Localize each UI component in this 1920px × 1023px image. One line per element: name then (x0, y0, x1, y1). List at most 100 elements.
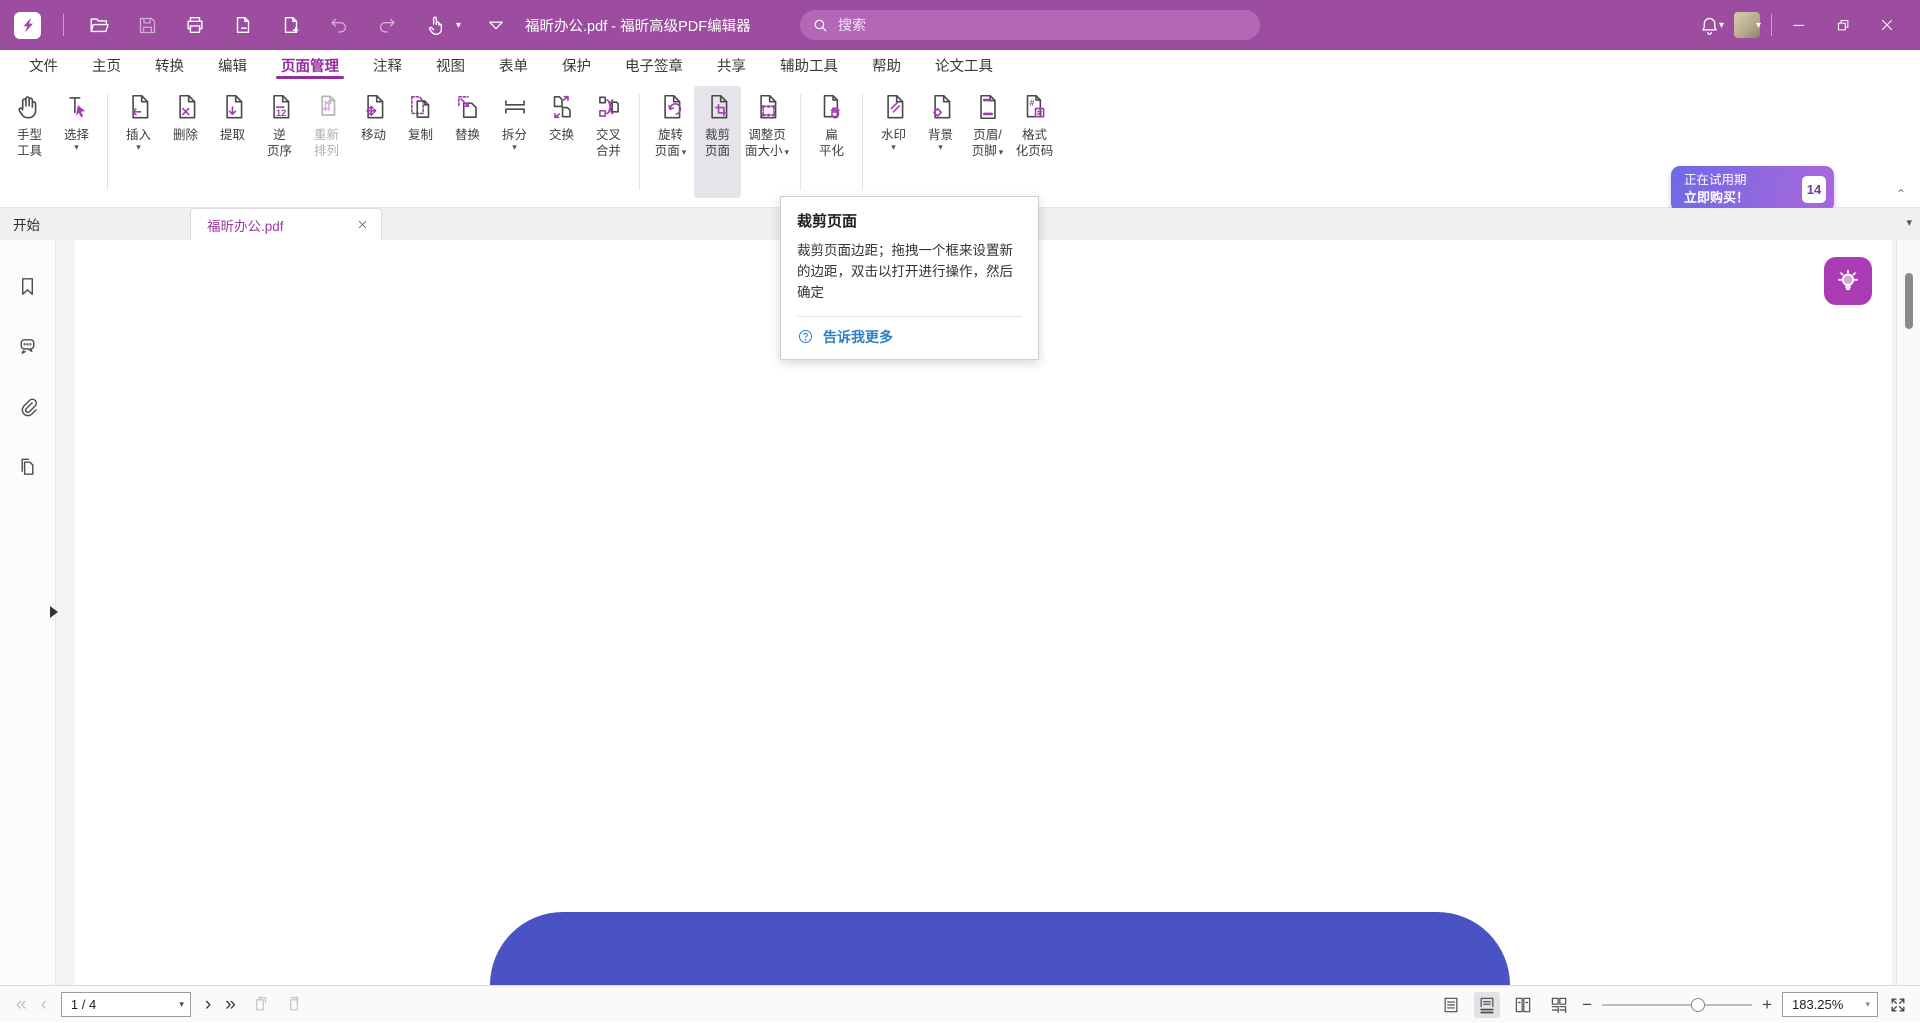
menu-item-form[interactable]: 表单 (482, 50, 545, 80)
assistant-lightbulb-button[interactable] (1824, 257, 1872, 305)
ribbon-tool-label: 交换 (548, 128, 574, 142)
collapse-ribbon-icon[interactable]: ⌃ (1896, 187, 1906, 201)
tell-me-more-link[interactable]: 告诉我更多 (823, 327, 893, 347)
minimize-button[interactable] (1782, 8, 1816, 42)
sidebar-item-comments[interactable] (10, 328, 46, 364)
ribbon-tool-reverse-order[interactable]: 12 逆页序 (256, 86, 303, 198)
header-footer-icon (973, 92, 1003, 122)
menu-item-edit[interactable]: 编辑 (201, 50, 264, 80)
ribbon-tool-background[interactable]: 背景 ▾ (917, 86, 964, 198)
caret-down-icon: ▾ (784, 147, 790, 158)
menu-item-accessibility[interactable]: 辅助工具 (763, 50, 855, 80)
ribbon-group-divider (862, 94, 864, 190)
comment-icon (20, 338, 35, 354)
account-caret-icon[interactable]: ▾ (1756, 20, 1761, 31)
ribbon-tool-resize-page[interactable]: 调整页 面大小 ▾ (741, 86, 793, 198)
window-controls-separator (1771, 14, 1772, 36)
new-document-icon[interactable] (278, 12, 304, 38)
ribbon-tool-select-tool[interactable]: 选择 ▾ (53, 86, 100, 198)
close-button[interactable] (1870, 8, 1904, 42)
ribbon-tool-label: 页序 (266, 144, 292, 159)
previous-view-icon (250, 994, 270, 1014)
cross-merge-icon (594, 92, 624, 122)
menu-item-convert[interactable]: 转换 (138, 50, 201, 80)
customize-toolbar-icon[interactable] (483, 12, 509, 38)
ribbon-tool-cross-merge[interactable]: 交叉 合并 (585, 86, 632, 198)
search-bar[interactable] (800, 10, 1260, 40)
select-tool-icon (62, 92, 92, 122)
panel-expand-handle[interactable] (50, 606, 58, 618)
ribbon-group-divider (800, 94, 802, 190)
menu-item-help[interactable]: 帮助 (855, 50, 918, 80)
copy-document-icon[interactable] (230, 12, 256, 38)
menu-item-protect[interactable]: 保护 (545, 50, 608, 80)
menu-item-esign[interactable]: 电子签章 (608, 50, 700, 80)
zoom-slider[interactable] (1602, 997, 1753, 1012)
print-icon[interactable] (182, 12, 208, 38)
tab-start-page[interactable]: 开始 (0, 208, 190, 240)
ribbon-tool-rotate-page[interactable]: 旋转 页面 ▾ (647, 86, 694, 198)
pages-icon (21, 458, 34, 475)
view-facing-continuous-icon[interactable] (1546, 992, 1572, 1018)
ribbon-tool-replace-page[interactable]: 替换 (444, 86, 491, 198)
caret-down-icon: ▾ (681, 147, 687, 158)
sidebar-item-attachments[interactable] (10, 388, 46, 424)
page-caret-icon[interactable]: ▾ (179, 999, 184, 1010)
open-file-icon[interactable] (86, 12, 112, 38)
view-continuous-icon[interactable] (1474, 991, 1501, 1018)
scrollbar-thumb[interactable] (1905, 273, 1913, 329)
menu-item-paper-tools[interactable]: 论文工具 (918, 50, 1010, 80)
menu-item-comment[interactable]: 注释 (356, 50, 419, 80)
fullscreen-icon[interactable] (1888, 995, 1908, 1015)
ribbon-tool-hand-tool[interactable]: 手型 工具 (6, 86, 53, 198)
tab-close-icon[interactable] (353, 216, 371, 234)
ribbon-tool-header-footer[interactable]: 页眉/页脚 ▾ (964, 86, 1011, 198)
ribbon-tool-label: 移动 (360, 128, 386, 142)
notifications-caret-icon[interactable]: ▾ (1719, 20, 1724, 31)
vertical-scrollbar[interactable] (1896, 240, 1920, 985)
last-page-button[interactable]: » (225, 995, 236, 1014)
ribbon-tool-copy-page[interactable]: 复制 (397, 86, 444, 198)
sidebar-item-pages[interactable] (10, 448, 46, 484)
menu-item-view[interactable]: 视图 (419, 50, 482, 80)
trial-purchase-banner[interactable]: 正在试用期 立即购买！ 14 (1671, 166, 1834, 212)
zoom-out-button[interactable]: − (1582, 995, 1592, 1015)
ribbon-tool-move-page[interactable]: 移动 (350, 86, 397, 198)
ribbon-tool-crop-page[interactable]: 裁剪 页面 (694, 86, 741, 198)
zoom-in-button[interactable]: + (1762, 995, 1772, 1015)
menu-item-share[interactable]: 共享 (700, 50, 763, 80)
tab-list-caret-icon[interactable]: ▾ (1906, 216, 1912, 229)
ribbon-tool-format-page-number[interactable]: # 格式 化页码 (1011, 86, 1058, 198)
tab-document-active[interactable]: 福昕办公.pdf (190, 208, 382, 240)
page-number-input[interactable]: 1 / 4 ▾ (60, 991, 191, 1017)
redo-icon (374, 12, 400, 38)
ribbon-tool-delete-page[interactable]: 删除 (162, 86, 209, 198)
ribbon-tool-label: 提取 (219, 128, 245, 142)
rotate-page-icon (656, 92, 686, 122)
view-facing-icon[interactable] (1510, 992, 1536, 1018)
menu-item-page-manage[interactable]: 页面管理 (264, 50, 356, 80)
ribbon-tool-split[interactable]: 拆分 ▾ (491, 86, 538, 198)
search-input[interactable] (838, 17, 1248, 33)
touch-mode-caret-icon[interactable]: ▾ (456, 20, 461, 31)
ribbon-tool-label: 拆分 (501, 128, 527, 142)
zoom-caret-icon[interactable]: ▾ (1865, 999, 1870, 1010)
zoom-slider-track (1602, 1003, 1753, 1006)
ribbon-tool-extract-page[interactable]: 提取 (209, 86, 256, 198)
ribbon-tool-label: 删除 (172, 128, 198, 142)
zoom-slider-thumb[interactable] (1690, 997, 1705, 1012)
menu-item-file[interactable]: 文件 (12, 50, 75, 80)
ribbon-tool-insert-page[interactable]: 插入 ▾ (115, 86, 162, 198)
ribbon-tool-swap-page[interactable]: 交换 (538, 86, 585, 198)
menu-item-home[interactable]: 主页 (75, 50, 138, 80)
background-icon (926, 92, 956, 122)
ribbon-tool-flatten[interactable]: 扁平化 (808, 86, 855, 198)
view-single-page-icon[interactable] (1438, 992, 1464, 1018)
bookmark-icon (21, 277, 34, 295)
ribbon-tool-watermark[interactable]: 水印 ▾ (870, 86, 917, 198)
touch-mode-icon[interactable] (422, 12, 448, 38)
sidebar-item-bookmarks[interactable] (10, 268, 46, 304)
restore-button[interactable] (1826, 8, 1860, 42)
zoom-level-input[interactable]: 183.25% ▾ (1782, 992, 1878, 1017)
next-page-button[interactable]: › (205, 995, 211, 1014)
